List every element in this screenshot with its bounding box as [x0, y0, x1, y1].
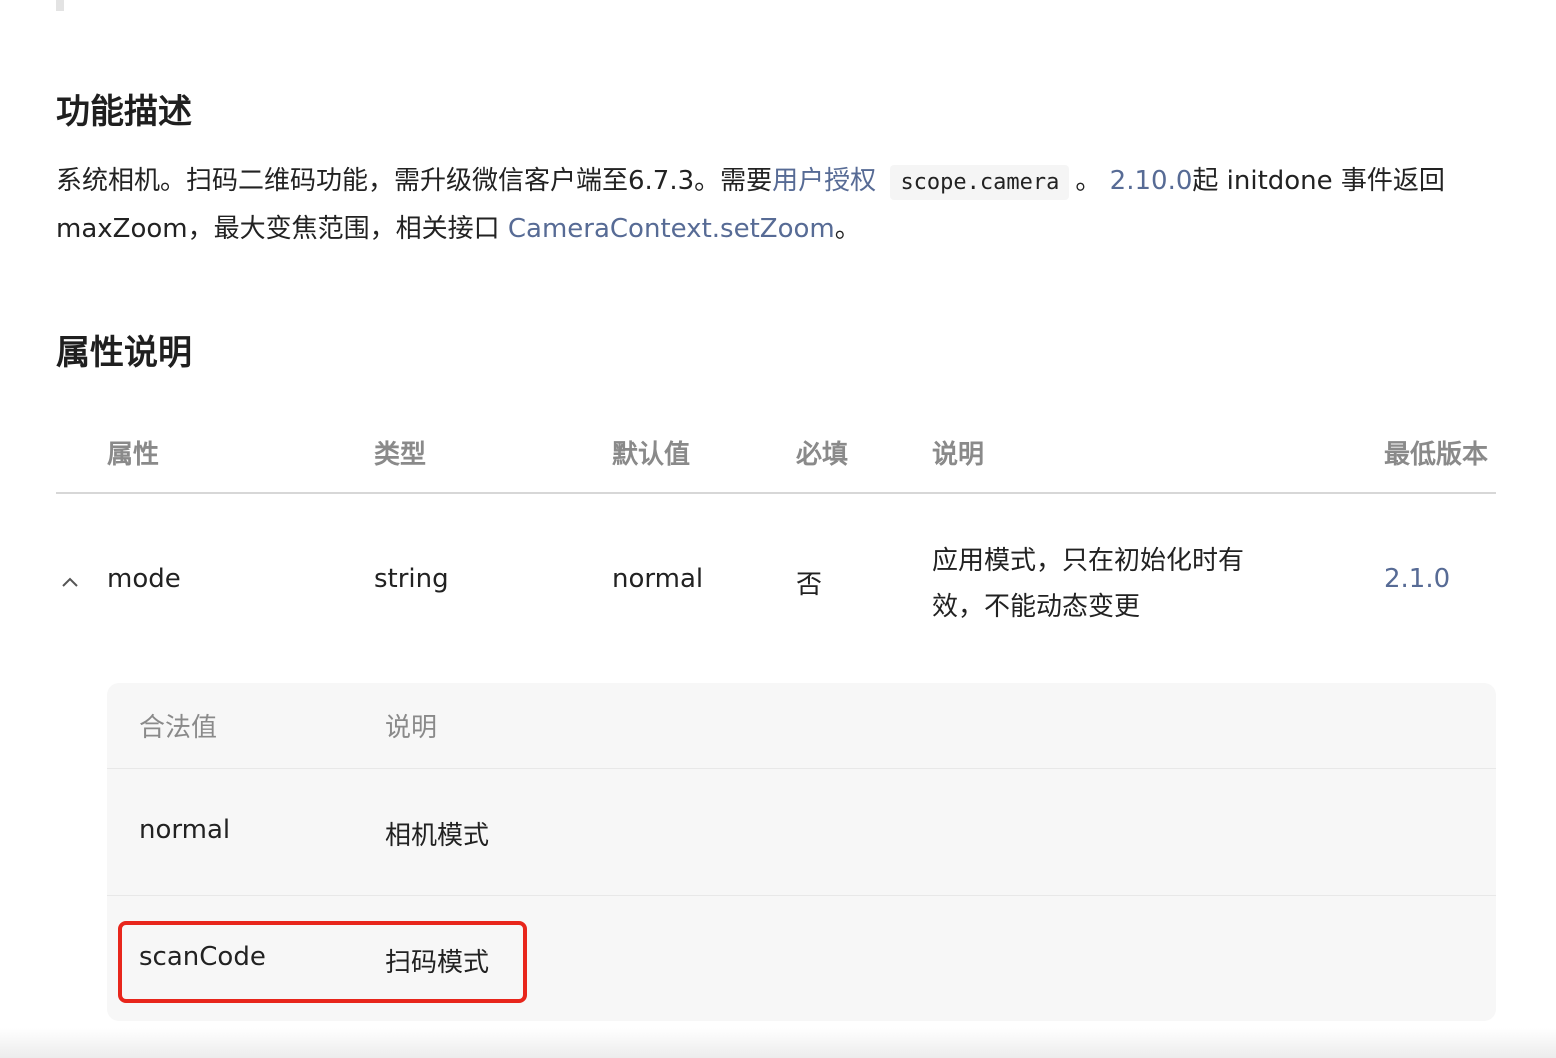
quote-bar [56, 0, 64, 11]
legal-value-row: normal 相机模式 [107, 769, 1496, 896]
set-zoom-link[interactable]: CameraContext.setZoom [508, 214, 835, 244]
version-link[interactable]: 2.10.0 [1110, 166, 1193, 196]
header-attr: 属性 [107, 440, 160, 470]
cell-required: 否 [796, 570, 823, 600]
cell-min-version-link[interactable]: 2.1.0 [1384, 564, 1450, 594]
cell-note: 应用模式，只在初始化时有效，不能动态变更 [932, 546, 1245, 622]
section-heading-description: 功能描述 [56, 92, 192, 132]
attributes-table: 属性 类型 默认值 必填 说明 最低版本 mode string normal … [56, 420, 1496, 664]
header-min-version: 最低版本 [1384, 440, 1489, 470]
header-default: 默认值 [612, 440, 691, 470]
section-heading-attributes: 属性说明 [56, 333, 192, 373]
header-required: 必填 [796, 440, 849, 470]
doc-page: 功能描述 系统相机。扫码二维码功能，需升级微信客户端至6.7.3。需要用户授权 … [0, 0, 1556, 1058]
bottom-shadow [0, 1028, 1556, 1058]
user-auth-link[interactable]: 用户授权 [772, 166, 876, 196]
legal-note-normal: 相机模式 [385, 821, 490, 851]
header-note: 说明 [932, 440, 985, 470]
table-header: 属性 类型 默认值 必填 说明 最低版本 [56, 420, 1496, 494]
legal-header-value: 合法值 [139, 713, 218, 743]
description-text-1: 系统相机。扫码二维码功能，需升级微信客户端至6.7.3。需要 [56, 166, 773, 196]
legal-header-note: 说明 [385, 713, 438, 743]
cell-attr: mode [107, 564, 181, 594]
cell-default: normal [612, 564, 704, 594]
header-type: 类型 [374, 440, 427, 470]
scope-code: scope.camera [890, 165, 1070, 200]
highlight-annotation-box [118, 921, 527, 1003]
table-row: mode string normal 否 应用模式，只在初始化时有效，不能动态变… [56, 494, 1496, 664]
description-paragraph: 系统相机。扫码二维码功能，需升级微信客户端至6.7.3。需要用户授权 scope… [56, 158, 1496, 253]
chevron-up-icon[interactable] [60, 572, 80, 592]
legal-value-normal: normal [139, 815, 231, 845]
legal-values-header: 合法值 说明 [107, 683, 1496, 769]
cell-type: string [374, 564, 449, 594]
description-text-4: 。 [834, 214, 861, 244]
description-text-2: 。 [1075, 166, 1102, 196]
